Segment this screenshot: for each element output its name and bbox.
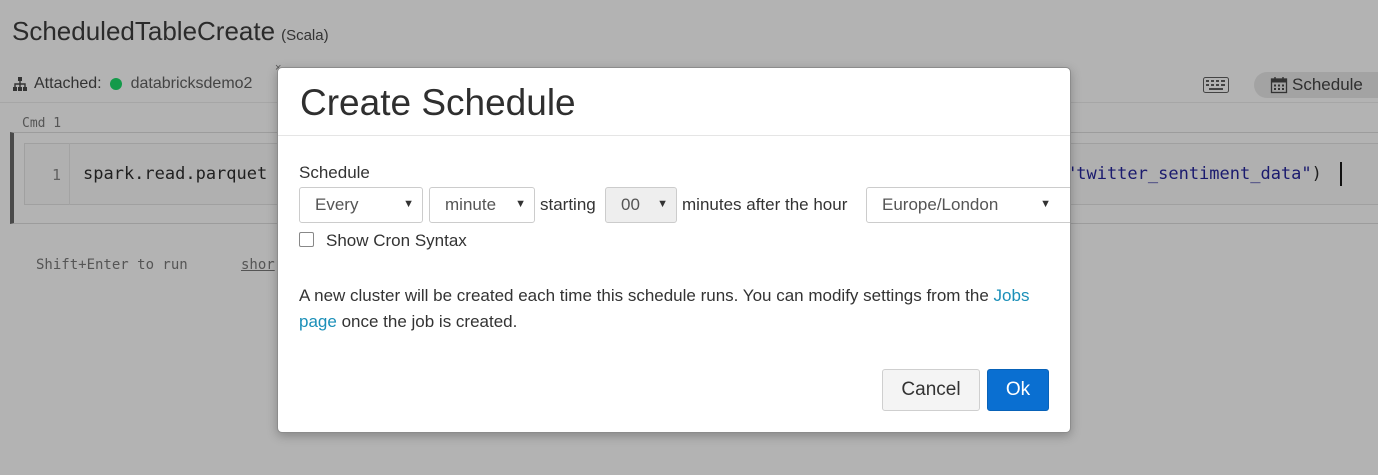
ok-button[interactable]: Ok [987,369,1049,411]
code-string: "twitter_sentiment_data" [1066,164,1312,184]
dropdown-arrow-icon: ▼ [515,198,526,210]
dropdown-arrow-icon: ▼ [1040,198,1051,210]
line-gutter [24,143,70,205]
cluster-status-dot [109,78,122,90]
attached-cluster-bar[interactable]: Attached: databricksdemo2 [12,75,252,93]
code-close-paren: ) [1311,164,1322,184]
info-text-after: once the job is created. [341,312,518,331]
minutes-select-value: 00 [621,195,640,214]
dropdown-arrow-icon: ▼ [403,198,414,210]
cancel-button[interactable]: Cancel [882,369,980,411]
shortcuts-link[interactable]: shor [241,257,275,273]
notebook-language: (Scala) [281,27,329,44]
notebook-title-text: ScheduledTableCreate [12,16,276,46]
cmd-label: Cmd 1 [22,116,62,131]
after-hour-text: minutes after the hour [682,195,848,214]
create-schedule-dialog: Create Schedule Schedule Every ▼ minute … [277,67,1071,433]
frequency-select-value: Every [315,195,359,214]
timezone-select-value: Europe/London [882,195,999,214]
info-text-before: A new cluster will be created each time … [299,286,989,305]
dropdown-arrow-icon: ▼ [657,198,668,210]
timezone-select[interactable]: Europe/London ▼ [866,187,1070,223]
line-number: 1 [52,166,62,184]
calendar-icon [1270,77,1288,94]
info-message: A new cluster will be created each time … [299,283,1059,335]
show-cron-row[interactable]: Show Cron Syntax [299,231,467,251]
minutes-select[interactable]: 00 ▼ [605,187,677,223]
schedule-button[interactable]: Schedule [1254,72,1378,98]
notebook-title: ScheduledTableCreate (Scala) [12,16,329,47]
code-string-literal: "twitter_sentiment_data") [1066,164,1322,184]
schedule-button-label: Schedule [1292,75,1363,94]
dialog-header: Create Schedule [278,68,1070,136]
show-cron-checkbox[interactable] [299,231,314,247]
code-text: spark.read.parquet [83,164,268,184]
run-hint: Shift+Enter to run [36,257,188,273]
starting-text: starting [540,195,596,214]
cluster-name[interactable]: databricksdemo2 [131,75,253,93]
schedule-label: Schedule [299,163,370,182]
cluster-tree-icon [13,77,27,91]
show-cron-label[interactable]: Show Cron Syntax [326,231,467,251]
text-cursor [1340,162,1342,186]
unit-select[interactable]: minute ▼ [429,187,535,223]
unit-select-value: minute [445,195,497,214]
dialog-title: Create Schedule [300,82,576,123]
attached-label: Attached: [34,75,102,92]
keyboard-icon[interactable] [1203,77,1229,93]
frequency-select[interactable]: Every ▼ [299,187,423,223]
